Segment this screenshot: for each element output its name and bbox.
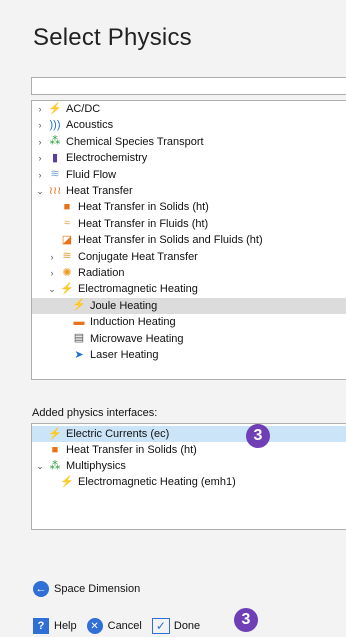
item-label: Heat Transfer in Fluids (ht) <box>78 217 209 230</box>
cancel-label: Cancel <box>107 620 142 632</box>
item-label: Chemical Species Transport <box>66 135 204 148</box>
joule-heating-icon: ⚡ <box>72 299 86 312</box>
chevron-down-icon[interactable]: ⌄ <box>46 284 58 295</box>
item-label: Heat Transfer in Solids (ht) <box>78 201 209 214</box>
item-label: Induction Heating <box>90 316 176 329</box>
search-input[interactable] <box>31 77 346 95</box>
tree-item-acoustics[interactable]: ›))) Acoustics <box>32 117 346 133</box>
electrochemistry-icon: ▮ <box>51 151 59 164</box>
laser-heating-icon: ➤ <box>74 348 84 361</box>
heat-transfer-solids-fluids-icon: ◪ <box>61 233 73 246</box>
tree-item-electrochemistry[interactable]: › ▮ Electrochemistry <box>32 150 346 166</box>
tree-item-joule-heating[interactable]: ⚡ Joule Heating <box>32 297 346 314</box>
tree-item-laser-heating[interactable]: ➤ Laser Heating <box>32 347 346 363</box>
radiation-icon: ✺ <box>62 266 72 279</box>
chevron-right-icon[interactable]: › <box>46 268 58 278</box>
induction-heating-icon: ▬ <box>73 315 85 328</box>
item-label: Heat Transfer <box>66 185 133 197</box>
cancel-icon: ✕ <box>86 618 103 634</box>
added-physics-list: ⚡ Electric Currents (ec) ■ Heat Transfer in… <box>31 423 346 530</box>
acoustics-icon: ))) <box>49 118 61 131</box>
item-label: Multiphysics <box>66 460 126 472</box>
added-item-heat-transfer-solids[interactable]: ■ Heat Transfer in Solids (ht) <box>32 442 346 458</box>
ac-dc-icon: ⚡ <box>48 102 62 115</box>
item-label: Radiation <box>78 267 125 279</box>
heat-transfer-solids-icon: ■ <box>63 200 71 213</box>
chevron-right-icon[interactable]: › <box>34 104 46 114</box>
help-button[interactable]: ? Help <box>33 618 77 634</box>
arrow-left-icon: ← <box>33 581 49 597</box>
item-label: Electrochemistry <box>66 152 148 165</box>
electromagnetic-heating-icon: ⚡ <box>60 282 74 295</box>
added-physics-label: Added physics interfaces: <box>32 407 158 419</box>
item-label: Microwave Heating <box>90 332 184 345</box>
tree-item-conjugate-heat-transfer[interactable]: › ≋ Conjugate Heat Transfer <box>32 249 346 265</box>
done-button[interactable]: ✓ Done <box>151 618 201 634</box>
electric-currents-icon: ⚡ <box>48 427 62 440</box>
chemical-species-transport-icon: ⁂ <box>49 135 61 148</box>
heat-transfer-fluids-icon: ≈ <box>63 217 71 230</box>
space-dimension-label: Space Dimension <box>54 583 141 595</box>
item-label: Heat Transfer in Solids and Fluids (ht) <box>78 234 263 247</box>
item-label: Acoustics <box>66 119 114 132</box>
chevron-right-icon[interactable]: › <box>34 137 46 147</box>
tree-item-induction-heating[interactable]: ▬ Induction Heating <box>32 314 346 330</box>
tree-item-microwave-heating[interactable]: ▤ Microwave Heating <box>32 331 346 347</box>
chevron-down-icon[interactable]: ⌄ <box>34 461 46 472</box>
heat-transfer-solids-icon: ■ <box>51 443 59 456</box>
tree-item-radiation[interactable]: › ✺ Radiation <box>32 265 346 281</box>
item-label: Laser Heating <box>90 349 159 361</box>
help-label: Help <box>54 620 77 632</box>
tree-item-heat-transfer[interactable]: ⌄ ≀≀≀ Heat Transfer <box>32 183 346 199</box>
physics-tree: › ⚡ AC/DC ›))) Acoustics › ⁂ Chemical Species T… <box>31 100 346 380</box>
space-dimension-button[interactable]: ← Space Dimension <box>33 581 140 597</box>
check-icon: ✓ <box>151 618 170 634</box>
item-label: Heat Transfer in Solids (ht) <box>66 444 197 456</box>
item-label: Electromagnetic Heating (emh1) <box>78 476 236 488</box>
added-item-electric-currents[interactable]: ⚡ Electric Currents (ec) <box>32 426 346 442</box>
done-label: Done <box>173 620 201 632</box>
heat-transfer-icon: ≀≀≀ <box>48 184 62 197</box>
tree-item-fluid-flow[interactable]: › ≋ Fluid Flow <box>32 167 346 183</box>
chevron-down-icon[interactable]: ⌄ <box>34 186 46 197</box>
page-title: Select Physics <box>33 24 192 51</box>
help-icon: ? <box>33 618 49 634</box>
electromagnetic-heating-emh-icon: ⚡ <box>60 475 74 488</box>
tree-item-electromagnetic-heating[interactable]: ⌄ ⚡ Electromagnetic Heating <box>32 281 346 297</box>
item-label: Fluid Flow <box>66 168 117 181</box>
chevron-right-icon[interactable]: › <box>46 252 58 262</box>
tree-item-heat-transfer-solids-fluids[interactable]: ◪ Heat Transfer in Solids and Fluids (ht) <box>32 232 346 248</box>
added-item-electromagnetic-heating-emh[interactable]: ⚡ Electromagnetic Heating (emh1) <box>32 474 346 490</box>
step-badge-top: 3 <box>246 424 270 448</box>
conjugate-heat-transfer-icon: ≋ <box>62 250 72 263</box>
bottom-toolbar: ? Help ✕ Cancel ✓ Done <box>33 618 210 634</box>
item-label: Joule Heating <box>90 299 158 312</box>
microwave-heating-icon: ▤ <box>73 332 85 345</box>
added-item-multiphysics[interactable]: ⌄ ⁂ Multiphysics <box>32 458 346 474</box>
chevron-right-icon[interactable]: › <box>34 170 46 180</box>
chevron-right-icon[interactable]: › <box>34 120 46 130</box>
chevron-right-icon[interactable]: › <box>34 153 46 163</box>
item-label: Electric Currents (ec) <box>66 428 170 440</box>
multiphysics-icon: ⁂ <box>49 459 61 472</box>
tree-item-heat-transfer-solids[interactable]: ■ Heat Transfer in Solids (ht) <box>32 199 346 215</box>
item-label: Electromagnetic Heating <box>78 283 198 296</box>
tree-item-chemical-species-transport[interactable]: › ⁂ Chemical Species Transport <box>32 134 346 150</box>
cancel-button[interactable]: ✕ Cancel <box>86 618 142 634</box>
fluid-flow-icon: ≋ <box>50 168 60 181</box>
tree-item-ac-dc[interactable]: › ⚡ AC/DC <box>32 101 346 117</box>
item-label: Conjugate Heat Transfer <box>78 250 198 263</box>
step-badge-bottom: 3 <box>234 608 258 632</box>
tree-item-heat-transfer-fluids[interactable]: ≈ Heat Transfer in Fluids (ht) <box>32 216 346 232</box>
item-label: AC/DC <box>66 103 101 115</box>
